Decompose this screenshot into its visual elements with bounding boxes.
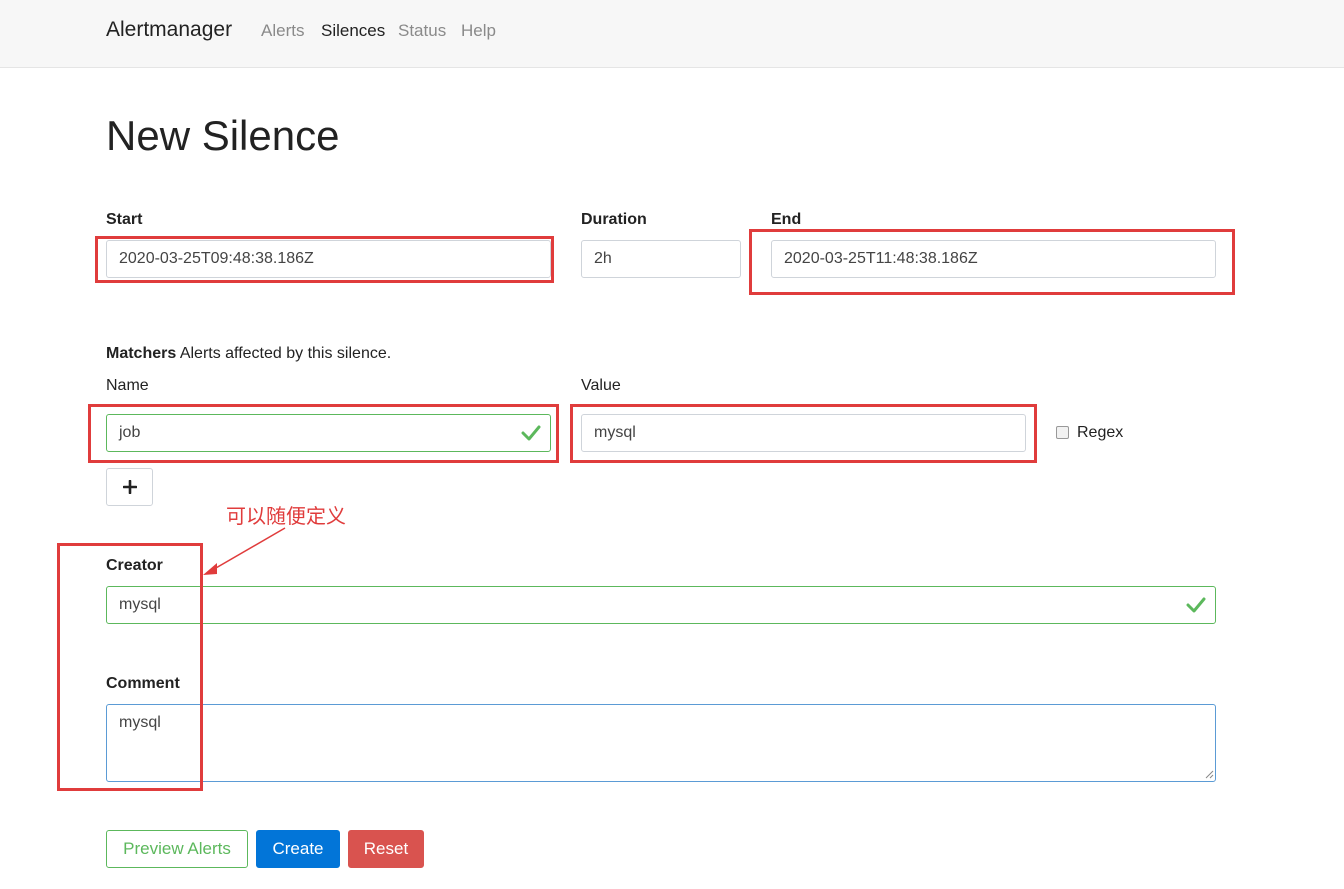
annotation-box-name	[88, 404, 559, 463]
resize-handle-icon[interactable]	[1204, 769, 1214, 779]
value-label: Value	[581, 377, 621, 394]
preview-alerts-button[interactable]: Preview Alerts	[106, 830, 248, 868]
name-label: Name	[106, 377, 149, 394]
annotation-box-end	[749, 229, 1235, 295]
plus-icon	[123, 480, 137, 494]
add-matcher-button[interactable]	[106, 468, 153, 506]
matchers-hint: Alerts affected by this silence.	[179, 345, 392, 362]
creator-input[interactable]: mysql	[106, 586, 1216, 624]
start-label: Start	[106, 211, 143, 228]
nav-link-status[interactable]: Status	[398, 21, 446, 41]
matchers-heading: Matchers Alerts affected by this silence…	[106, 345, 391, 363]
create-button[interactable]: Create	[256, 830, 340, 868]
annotation-box-value	[570, 404, 1037, 463]
comment-textarea[interactable]: mysql	[106, 704, 1216, 782]
matchers-label: Matchers	[106, 345, 177, 362]
check-icon	[1186, 597, 1206, 613]
navbar: Alertmanager Alerts Silences Status Help	[0, 0, 1344, 68]
annotation-arrow-icon	[203, 527, 286, 575]
page-title: New Silence	[106, 112, 340, 159]
annotation-box-start	[95, 236, 554, 283]
nav-link-silences[interactable]: Silences	[321, 21, 385, 41]
nav-link-alerts[interactable]: Alerts	[261, 21, 304, 41]
end-label: End	[771, 211, 802, 228]
brand-logo[interactable]: Alertmanager	[106, 18, 232, 42]
duration-label: Duration	[581, 211, 647, 228]
reset-button[interactable]: Reset	[348, 830, 424, 868]
nav-link-help[interactable]: Help	[461, 21, 496, 41]
regex-checkbox[interactable]	[1056, 426, 1069, 439]
duration-input[interactable]: 2h	[581, 240, 741, 278]
annotation-box-creator-comment	[57, 543, 203, 791]
regex-label: Regex	[1077, 424, 1124, 441]
